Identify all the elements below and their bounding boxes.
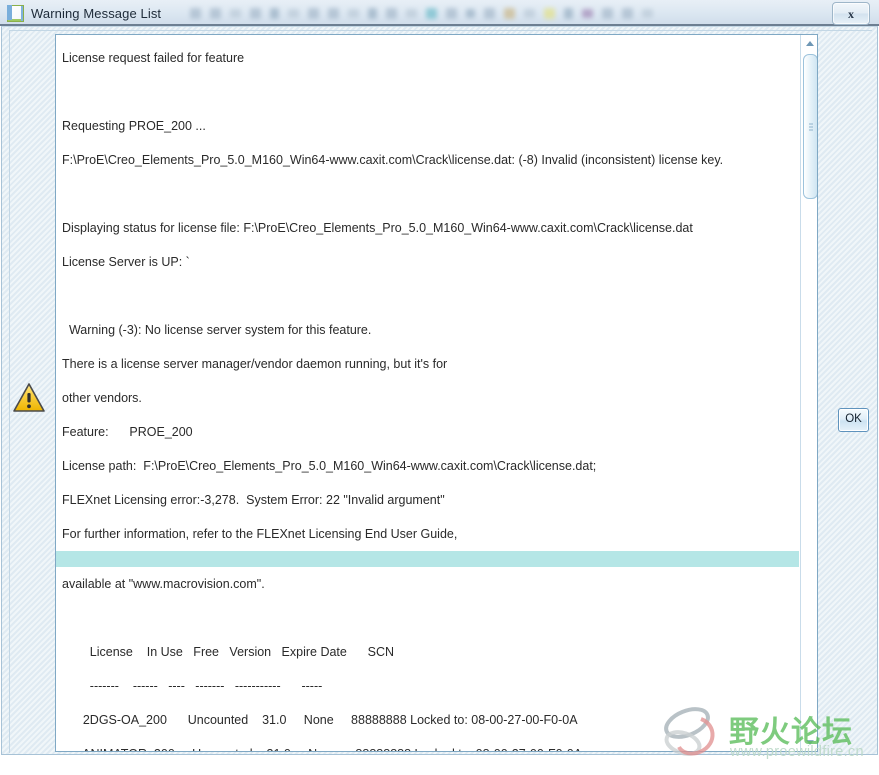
- warning-icon-container: [10, 378, 48, 416]
- scroll-down-arrow-icon[interactable]: [802, 735, 817, 750]
- scroll-thumb[interactable]: [803, 54, 817, 199]
- triangle-up-glyph: [805, 41, 814, 46]
- table-row: ANIMATOR_200 Uncounted 31.0 None 8888888…: [62, 737, 793, 751]
- message-line: License path: F:\ProE\Creo_Elements_Pro_…: [62, 459, 597, 473]
- warning-triangle-icon: [13, 382, 45, 412]
- message-line: There is a license server manager/vendor…: [62, 357, 448, 371]
- message-line: Displaying status for license file: F:\P…: [62, 221, 693, 235]
- scroll-track[interactable]: [802, 199, 817, 734]
- message-line: [62, 601, 793, 635]
- message-line: License Server is UP: `: [62, 255, 190, 269]
- message-line: Feature: PROE_200: [62, 425, 193, 439]
- warning-message-list-dialog: Warning Message List x License request f…: [0, 0, 879, 760]
- dialog-title-bar: Warning Message List: [0, 0, 879, 26]
- ok-button[interactable]: OK: [838, 408, 869, 432]
- scroll-thumb-grip-icon: [808, 121, 813, 132]
- message-vertical-scrollbar[interactable]: [800, 35, 817, 751]
- table-row: 2DGS-OA_200 Uncounted 31.0 None 88888888…: [62, 713, 578, 727]
- triangle-down-glyph: [805, 740, 814, 745]
- message-line: [62, 279, 793, 313]
- message-line: F:\ProE\Creo_Elements_Pro_5.0_M160_Win64…: [62, 153, 724, 167]
- scroll-up-arrow-icon[interactable]: [802, 36, 817, 51]
- message-line: available at "www.macrovision.com".: [62, 577, 265, 591]
- message-line-list: License request failed for feature Reques…: [56, 35, 799, 751]
- ok-button-label: OK: [845, 413, 862, 426]
- message-text-panel[interactable]: License request failed for feature Reques…: [55, 34, 818, 752]
- close-icon: x: [848, 6, 854, 21]
- document-window-icon: [7, 4, 24, 22]
- message-line: other vendors.: [62, 391, 142, 405]
- message-line: [62, 177, 793, 211]
- message-line: [62, 75, 793, 109]
- license-table-rule: ------- ------ ---- ------- ----------- …: [62, 679, 323, 693]
- message-line: FLEXnet Licensing error:-3,278. System E…: [62, 493, 445, 507]
- dialog-body: License request failed for feature Reques…: [1, 26, 878, 760]
- message-line-highlighted: [56, 551, 799, 567]
- message-line: License request failed for feature: [62, 51, 245, 65]
- page-title: Warning Message List: [31, 5, 162, 21]
- message-line: Requesting PROE_200 ...: [62, 119, 206, 133]
- message-line: Warning (-3): No license server system f…: [62, 323, 372, 337]
- message-line: For further information, refer to the FL…: [62, 527, 458, 541]
- close-button[interactable]: x: [832, 2, 870, 25]
- license-table-header-row: License In Use Free Version Expire Date …: [62, 645, 395, 659]
